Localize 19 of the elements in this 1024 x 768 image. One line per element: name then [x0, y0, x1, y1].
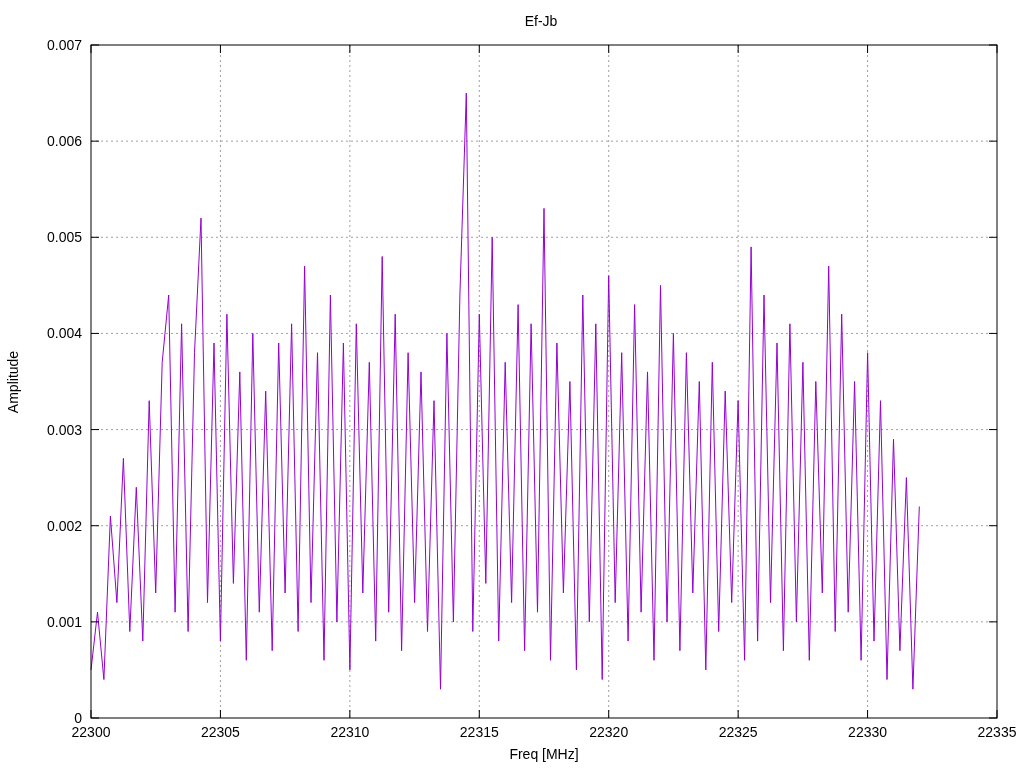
axis-tick-label: 0.003: [46, 421, 82, 438]
axis-tick-label: 0.006: [46, 133, 82, 150]
axis-tick-label: 0.004: [46, 325, 82, 342]
axis-tick-label: 0.005: [46, 229, 82, 246]
axis-tick-label: 0: [74, 710, 82, 726]
chart-title: Ef-Jb: [524, 13, 558, 29]
axis-tick-label: 22320: [589, 724, 629, 740]
axis-tick-label: 22315: [459, 724, 499, 740]
axis-tick-label: 22305: [200, 724, 240, 740]
axis-tick-label: 22300: [71, 724, 111, 740]
y-axis-label: Amplitude: [5, 350, 21, 414]
axis-tick-label: 22325: [718, 724, 758, 740]
axis-tick-label: 22330: [848, 724, 888, 740]
axis-tick-label: 0.001: [46, 613, 82, 630]
axis-tick-label: 0.007: [46, 37, 82, 53]
axis-tick-label: 0.002: [46, 517, 82, 534]
axis-tick-label: 22335: [977, 724, 1017, 740]
x-axis-label: Freq [MHz]: [509, 746, 579, 762]
axis-tick-label: 22310: [330, 724, 370, 740]
